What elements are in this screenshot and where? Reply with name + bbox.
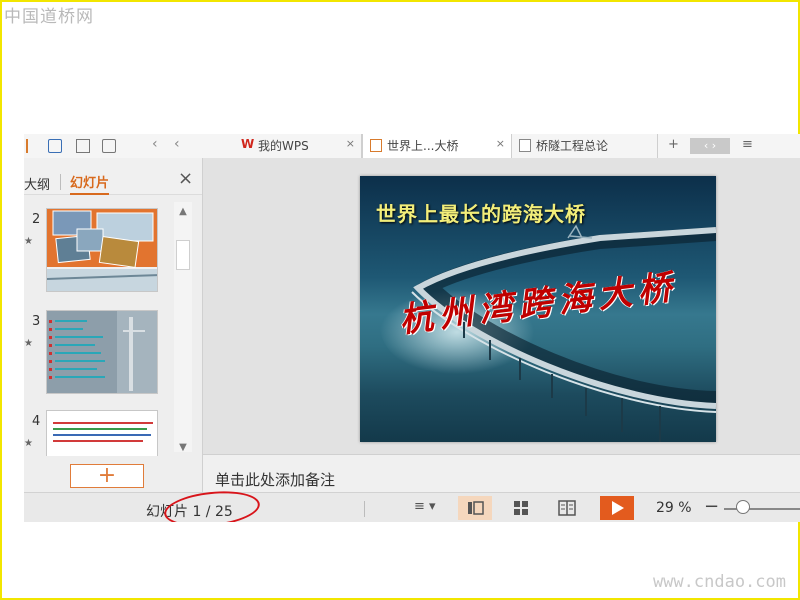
slide-sorter-button[interactable]	[504, 496, 538, 520]
zoom-slider-handle[interactable]	[736, 500, 750, 514]
scroll-down-icon[interactable]: ▼	[174, 442, 192, 453]
notes-toggle-icon[interactable]: ≡ ▾	[414, 499, 436, 514]
save-icon[interactable]	[48, 139, 62, 153]
status-divider	[364, 501, 365, 517]
tab-scroll-arrows[interactable]: ‹ ›	[690, 138, 730, 154]
play-icon	[612, 501, 624, 515]
tab-strip: ‹ ‹ W 我的WPS × 世界上...大桥 × 桥隧工程总论 + ‹ › ≡	[24, 134, 800, 159]
notes-pane[interactable]: 单击此处添加备注	[203, 454, 800, 493]
wps-icon: W	[241, 137, 255, 151]
document-icon	[519, 139, 531, 152]
watermark-top: 中国道桥网	[4, 7, 94, 27]
tab-label: 世界上...大桥	[387, 139, 459, 153]
menu-icon[interactable]: ≡	[742, 137, 753, 152]
slide-number: 3	[32, 314, 41, 329]
normal-view-icon	[468, 501, 484, 515]
print-icon[interactable]	[76, 139, 90, 153]
current-slide[interactable]: 世界上最长的跨海大桥 杭州湾跨海大桥	[360, 176, 716, 442]
wps-presentation-window: ‹ ‹ W 我的WPS × 世界上...大桥 × 桥隧工程总论 + ‹ › ≡ …	[24, 134, 800, 522]
photo-collage-image	[47, 209, 157, 291]
zoom-level[interactable]: 29 %	[656, 500, 692, 516]
animation-star-icon: ★	[24, 438, 33, 449]
watermark-bottom: www.cndao.com	[652, 572, 786, 592]
tab-label: 桥隧工程总论	[536, 139, 609, 153]
slide-thumbnail-row[interactable]: 2 ★	[24, 208, 174, 298]
slide-thumbnail-row[interactable]: 4 ★	[24, 410, 174, 456]
reading-view-button[interactable]	[550, 496, 584, 520]
slides-panel: 大纲 幻灯片 × 2 ★ 3 ★ 4 ★ ▲ ▼ +	[24, 158, 203, 492]
status-bar: 幻灯片 1 / 25 ≡ ▾ 29 % −	[24, 487, 800, 522]
slide-thumbnail-list: 2 ★ 3 ★ 4 ★	[24, 194, 174, 456]
zoom-out-button[interactable]: −	[704, 496, 719, 517]
undo-chevron-icon[interactable]: ‹	[152, 136, 158, 152]
print-preview-icon[interactable]	[102, 139, 116, 153]
tab-my-wps[interactable]: W 我的WPS ×	[234, 134, 362, 158]
presentation-doc-icon	[370, 139, 382, 152]
close-icon[interactable]: ×	[496, 137, 505, 150]
slideshow-play-button[interactable]	[600, 496, 634, 520]
slide-title[interactable]: 世界上最长的跨海大桥	[376, 198, 586, 227]
tab-label: 我的WPS	[258, 139, 309, 153]
slide-number: 4	[32, 414, 41, 429]
slide-number: 2	[32, 212, 41, 227]
notes-placeholder[interactable]: 单击此处添加备注	[215, 469, 335, 490]
slide-3-thumbnail[interactable]	[46, 310, 158, 394]
reading-view-icon	[558, 500, 576, 516]
slide-editor: 世界上最长的跨海大桥 杭州湾跨海大桥	[203, 158, 800, 454]
animation-star-icon: ★	[24, 236, 33, 247]
slide-thumbnail-row[interactable]: 3 ★	[24, 310, 174, 400]
close-icon[interactable]: ×	[346, 137, 355, 150]
animation-star-icon: ★	[24, 338, 33, 349]
slide-2-thumbnail[interactable]	[46, 208, 158, 292]
slide-sorter-icon	[514, 501, 528, 515]
slide-4-preview-image	[47, 411, 157, 456]
app-menu-icon[interactable]	[24, 139, 28, 153]
redo-chevron-icon[interactable]: ‹	[174, 136, 180, 152]
panel-tabs: 大纲 幻灯片 ×	[24, 158, 202, 195]
close-icon[interactable]: ×	[178, 168, 193, 189]
tab-outline[interactable]: 大纲	[24, 174, 50, 193]
new-tab-button[interactable]: +	[668, 137, 679, 152]
add-slide-button[interactable]: +	[70, 464, 144, 488]
slide-4-thumbnail[interactable]	[46, 410, 158, 456]
slide-3-preview-image	[47, 311, 157, 393]
normal-view-button[interactable]	[458, 496, 492, 520]
scrollbar-thumb[interactable]	[176, 240, 190, 270]
scroll-up-icon[interactable]: ▲	[174, 206, 192, 217]
panel-tab-divider	[60, 174, 61, 190]
tab-current-presentation[interactable]: 世界上...大桥 ×	[362, 134, 512, 158]
red-highlight-circle	[162, 487, 262, 522]
tab-slides[interactable]: 幻灯片	[70, 172, 110, 195]
tab-bridge-tunnel-doc[interactable]: 桥隧工程总论	[512, 134, 658, 158]
